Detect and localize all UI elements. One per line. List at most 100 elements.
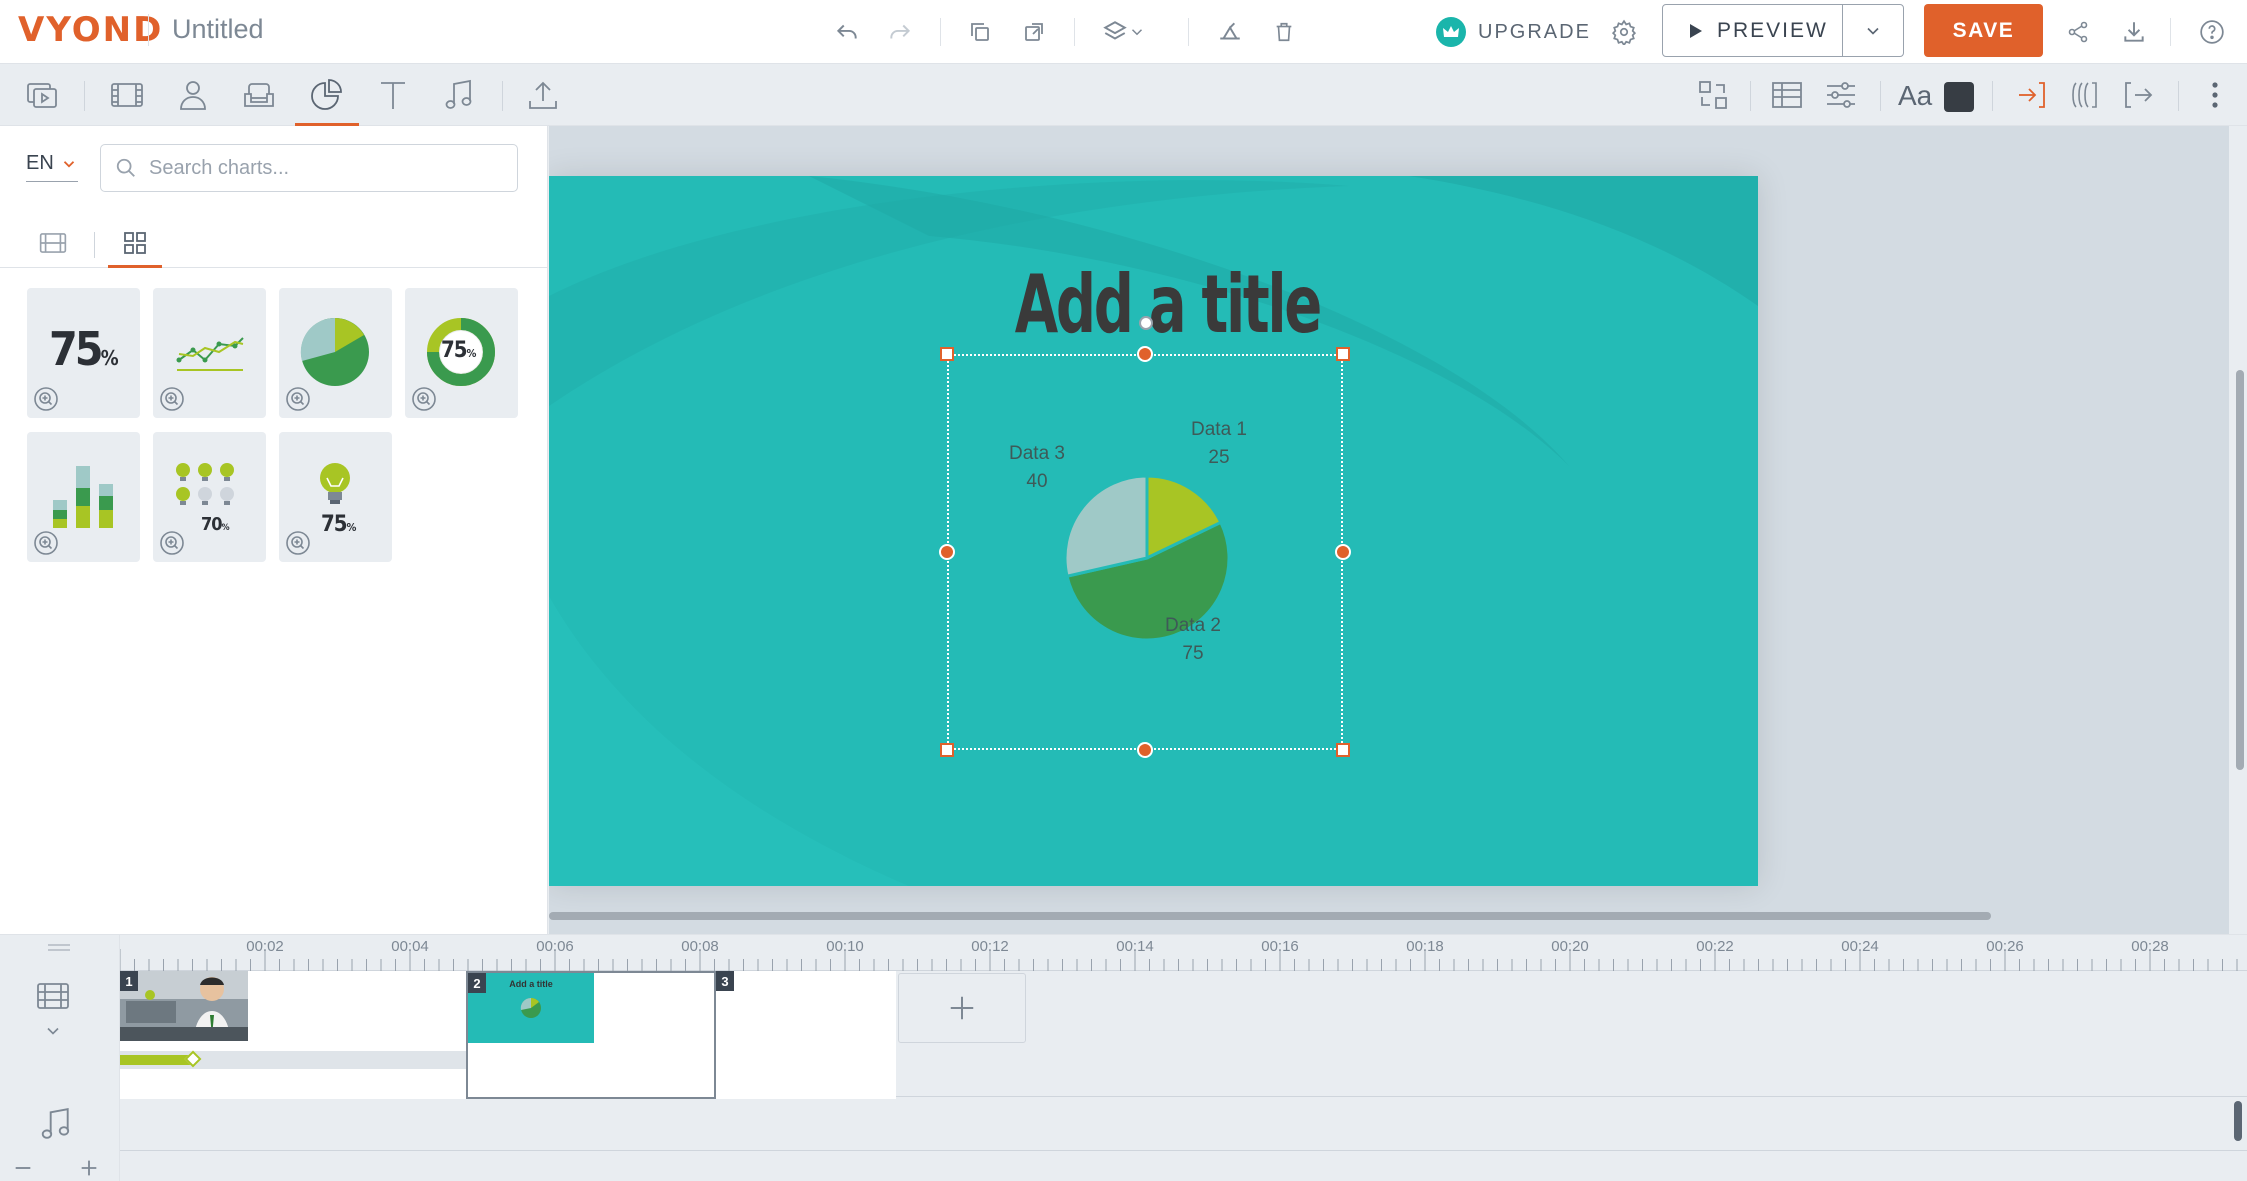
card-unit: %	[346, 521, 357, 534]
exit-effect-button[interactable]	[2114, 72, 2164, 118]
add-scene-button[interactable]	[898, 973, 1026, 1043]
duplicate-button[interactable]	[960, 12, 1000, 52]
enter-icon	[2019, 82, 2045, 108]
ruler-label: 00:26	[1986, 938, 2024, 955]
chart-card-bulbs[interactable]: 70 %	[153, 432, 266, 562]
ruler-label: 00:24	[1841, 938, 1879, 955]
undo-button[interactable]	[827, 12, 867, 52]
resize-handle-bottom-right[interactable]	[1336, 743, 1350, 757]
horizontal-scrollbar[interactable]	[549, 912, 1991, 920]
preview-button[interactable]: PREVIEW	[1662, 4, 1904, 57]
settings-button[interactable]	[1604, 12, 1644, 52]
resize-handle-top-left[interactable]	[940, 347, 954, 361]
zoom-in-icon[interactable]	[159, 530, 185, 556]
preview-label: PREVIEW	[1717, 18, 1828, 42]
scene-block-1[interactable]: 1	[120, 971, 466, 1099]
ruler-label: 00:20	[1551, 938, 1589, 955]
timeline-zoom-out-icon[interactable]	[12, 1157, 34, 1179]
scene-block-3[interactable]: 3	[716, 971, 896, 1099]
zoom-in-icon[interactable]	[33, 386, 59, 412]
language-select[interactable]: EN	[26, 152, 78, 182]
color-picker[interactable]	[1944, 82, 1974, 112]
crown-icon	[1436, 17, 1466, 47]
preview-main[interactable]: PREVIEW	[1663, 5, 1843, 56]
rotate-handle[interactable]	[1139, 316, 1153, 330]
audio-track[interactable]	[120, 1097, 2247, 1151]
zoom-in-icon[interactable]	[285, 386, 311, 412]
layers-button[interactable]	[1094, 12, 1154, 52]
ruler-label: 00:02	[246, 938, 284, 955]
drag-handle-icon[interactable]	[46, 943, 72, 953]
chart-data-button[interactable]	[1762, 72, 1812, 118]
grid-icon	[124, 232, 146, 254]
scene-block-2[interactable]: Add a title 2	[466, 971, 716, 1099]
share-button[interactable]	[2058, 12, 2098, 52]
timeline-zoom-in-icon[interactable]	[78, 1157, 100, 1179]
paste-button[interactable]	[1014, 12, 1054, 52]
resize-handle-bottom-left[interactable]	[940, 743, 954, 757]
swap-button[interactable]	[1688, 72, 1738, 118]
tab-characters[interactable]	[168, 72, 218, 118]
chart-card-bars[interactable]	[27, 432, 140, 562]
scene-title[interactable]: Add a title	[1015, 258, 1323, 351]
save-button[interactable]: SAVE	[1924, 4, 2043, 57]
chart-card-bulb[interactable]: 75 %	[279, 432, 392, 562]
vertical-scrollbar[interactable]	[2236, 370, 2244, 770]
scene-track-toggle[interactable]	[36, 981, 70, 1041]
upgrade-button[interactable]: UPGRADE	[1436, 12, 1591, 52]
scene-canvas[interactable]: Add a title Data 3 40 Data 1 25 Data 2 75	[549, 176, 1758, 886]
character-clip[interactable]	[120, 1055, 194, 1065]
tab-templates[interactable]	[17, 72, 67, 118]
tab-audio[interactable]	[434, 72, 484, 118]
templates-icon	[27, 83, 57, 108]
ruler-label: 00:06	[536, 938, 574, 955]
preview-dropdown[interactable]	[1843, 21, 1903, 41]
motion-path-button[interactable]	[2060, 72, 2110, 118]
document-title[interactable]: Untitled	[172, 14, 264, 45]
delete-button[interactable]	[1264, 12, 1304, 52]
vyond-logo[interactable]: VYOND	[18, 10, 163, 50]
time-ruler[interactable]: 00:02 00:04 00:06 00:08 00:10 00:12 00:14 00:16…	[120, 935, 2247, 971]
card-unit: %	[221, 523, 230, 533]
ruler-ticks	[120, 949, 2238, 971]
tab-grid-view[interactable]	[108, 218, 162, 268]
tab-charts[interactable]	[302, 72, 352, 118]
resize-handle-bottom[interactable]	[1137, 742, 1153, 758]
tab-props[interactable]	[234, 72, 284, 118]
help-button[interactable]	[2192, 12, 2232, 52]
zoom-in-icon[interactable]	[159, 386, 185, 412]
music-note-icon[interactable]	[40, 1107, 72, 1141]
flip-icon	[1220, 22, 1240, 40]
font-settings-button[interactable]: Aa	[1898, 80, 1932, 112]
search-input[interactable]	[149, 156, 489, 180]
tab-upload[interactable]	[518, 72, 568, 118]
exit-icon	[2125, 82, 2153, 108]
chart-card-pie[interactable]	[279, 288, 392, 418]
enter-effect-button[interactable]	[2006, 72, 2056, 118]
zoom-in-icon[interactable]	[33, 530, 59, 556]
tab-text[interactable]	[368, 72, 418, 118]
resize-handle-right[interactable]	[1335, 544, 1351, 560]
tab-scene-view[interactable]	[26, 218, 80, 268]
more-options-button[interactable]	[2190, 72, 2240, 118]
resize-handle-top[interactable]	[1137, 346, 1153, 362]
flip-button[interactable]	[1210, 12, 1250, 52]
download-icon	[2124, 22, 2144, 42]
resize-handle-left[interactable]	[939, 544, 955, 560]
chart-card-line[interactable]	[153, 288, 266, 418]
zoom-in-icon[interactable]	[411, 386, 437, 412]
download-button[interactable]	[2114, 12, 2154, 52]
chart-settings-button[interactable]	[1816, 72, 1866, 118]
pie-thumbnail	[520, 997, 541, 1018]
ruler-label: 00:28	[2131, 938, 2169, 955]
zoom-in-icon[interactable]	[285, 530, 311, 556]
asset-toolbar: Aa	[0, 64, 2247, 126]
chart-search[interactable]	[100, 144, 518, 192]
chart-card-number[interactable]: 75 %	[27, 288, 140, 418]
tab-scenes[interactable]	[102, 72, 152, 118]
chart-card-donut[interactable]: 75 %	[405, 288, 518, 418]
redo-button[interactable]	[880, 12, 920, 52]
ruler-label: 00:14	[1116, 938, 1154, 955]
timeline-scrollbar[interactable]	[2234, 1101, 2242, 1141]
resize-handle-top-right[interactable]	[1336, 347, 1350, 361]
